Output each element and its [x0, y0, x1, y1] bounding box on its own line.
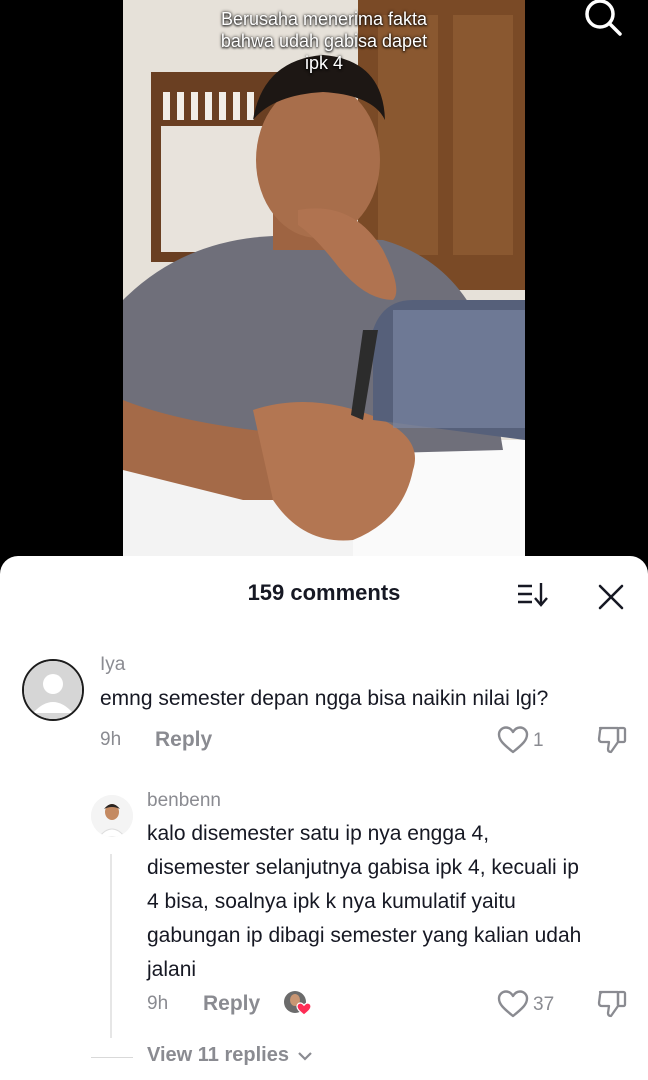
comment-text-line: gabungan ip dibagi semester yang kalian …	[147, 924, 582, 947]
like-count: 37	[533, 994, 555, 1015]
video-still-image	[123, 0, 525, 556]
thread-line	[110, 854, 112, 1038]
like-button[interactable]	[497, 725, 529, 755]
user-avatar-image	[91, 795, 133, 837]
comment-text-line: jalani	[147, 958, 197, 981]
creator-liked-badge	[283, 988, 315, 1018]
thumbs-down-icon	[597, 990, 627, 1018]
search-icon	[585, 0, 622, 36]
creator-liked-heart-icon	[284, 991, 312, 1016]
sort-button[interactable]	[514, 580, 550, 610]
comment-text: emng semester depan ngga bisa naikin nil…	[100, 687, 549, 710]
chevron-down-icon	[297, 1051, 312, 1061]
caption-line: Berusaha menerima fakta	[220, 9, 428, 29]
like-button[interactable]	[497, 989, 529, 1019]
comment-username[interactable]: Iya	[100, 654, 125, 676]
sort-icon	[518, 583, 548, 607]
default-avatar-icon	[24, 661, 82, 719]
avatar[interactable]	[91, 795, 133, 837]
video-caption: Berusaha menerima fakta bahwa udah gabis…	[0, 8, 648, 74]
avatar[interactable]	[22, 659, 84, 721]
comments-header: 159 comments	[0, 556, 648, 632]
comment-time: 9h	[147, 993, 169, 1014]
like-count: 1	[533, 730, 544, 751]
comment-text-line: 4 bisa, soalnya ipk k nya kumulatif yait…	[147, 890, 516, 913]
close-icon	[598, 584, 624, 610]
comment-count: 159 comments	[247, 580, 401, 605]
reply-button[interactable]: Reply	[203, 992, 260, 1016]
caption-line: ipk 4	[304, 53, 344, 73]
view-replies-divider	[91, 1057, 133, 1058]
comment-username[interactable]: benbenn	[147, 790, 221, 812]
caption-line: bahwa udah gabisa dapet	[220, 31, 428, 51]
comment-text-line: kalo disemester satu ip nya engga 4,	[147, 822, 490, 845]
close-button[interactable]	[594, 580, 628, 614]
search-button[interactable]	[580, 0, 624, 40]
heart-outline-icon	[497, 726, 529, 754]
video-frame[interactable]	[123, 0, 525, 556]
video-player[interactable]: Berusaha menerima fakta bahwa udah gabis…	[0, 0, 648, 580]
dislike-button[interactable]	[596, 988, 628, 1020]
comment-text-line: disemester selanjutnya gabisa ipk 4, kec…	[147, 856, 579, 879]
reply-button[interactable]: Reply	[155, 728, 212, 752]
view-replies-label: View 11 replies	[147, 1044, 289, 1066]
comments-sheet: 159 comments Iya emng semester depan ngg…	[0, 556, 648, 1080]
view-replies-button[interactable]: View 11 replies	[147, 1044, 313, 1067]
comment-time: 9h	[100, 729, 122, 750]
heart-outline-icon	[497, 990, 529, 1018]
thumbs-down-icon	[597, 726, 627, 754]
comment-text: kalo disemester satu ip nya engga 4, dis…	[147, 817, 581, 987]
dislike-button[interactable]	[596, 724, 628, 756]
